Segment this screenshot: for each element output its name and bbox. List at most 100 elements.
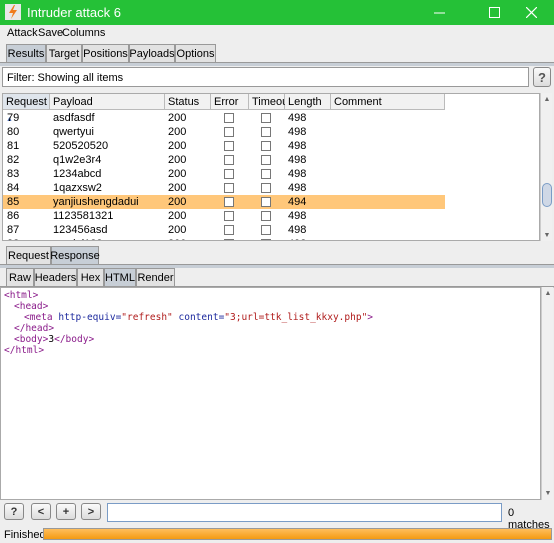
- minimize-button[interactable]: [416, 0, 462, 25]
- main-tab-bar: Results Target Positions Payloads Option…: [0, 44, 554, 63]
- timeout-checkbox: [261, 141, 271, 151]
- previous-match-button[interactable]: <: [31, 503, 51, 520]
- scroll-down-icon[interactable]: ▼: [542, 487, 554, 499]
- next-match-button[interactable]: >: [81, 503, 101, 520]
- table-row[interactable]: 87 123456asd 200 498: [3, 223, 445, 237]
- cell-payload: q1w2e3r4: [53, 154, 102, 166]
- tab-response[interactable]: Response: [50, 246, 100, 265]
- cell-payload: 123456asd: [53, 224, 108, 236]
- error-checkbox: [224, 239, 234, 240]
- burp-logo-icon: [5, 4, 21, 20]
- cell-length: 498: [288, 182, 307, 194]
- timeout-checkbox: [261, 127, 271, 137]
- menu-attack[interactable]: Attack: [7, 27, 38, 39]
- cell-request: 80: [7, 126, 20, 138]
- cell-request: 83: [7, 168, 20, 180]
- filter-help-button[interactable]: ?: [533, 67, 551, 87]
- tab-render[interactable]: Render: [136, 268, 175, 287]
- tab-hex[interactable]: Hex: [77, 268, 104, 287]
- column-header-request[interactable]: Request ▲: [3, 94, 50, 123]
- cell-status: 200: [168, 154, 187, 166]
- cell-request: 81: [7, 140, 20, 152]
- cell-length: 498: [288, 238, 306, 240]
- menu-save[interactable]: Save: [38, 27, 63, 39]
- error-checkbox: [224, 113, 234, 123]
- table-row[interactable]: 82 q1w2e3r4 200 498: [3, 153, 445, 167]
- tab-raw[interactable]: Raw: [6, 268, 34, 287]
- timeout-checkbox: [261, 197, 271, 207]
- timeout-checkbox: [261, 183, 271, 193]
- search-input[interactable]: [107, 503, 502, 522]
- search-help-button[interactable]: ?: [4, 503, 24, 520]
- cell-request: 82: [7, 154, 20, 166]
- scroll-thumb[interactable]: [542, 183, 552, 207]
- title-bar: Intruder attack 6: [0, 0, 554, 25]
- column-header-status[interactable]: Status: [165, 94, 211, 110]
- tab-headers[interactable]: Headers: [34, 268, 77, 287]
- tab-target[interactable]: Target: [46, 44, 82, 63]
- menu-columns[interactable]: Columns: [62, 27, 105, 39]
- column-header-length[interactable]: Length: [285, 94, 331, 110]
- code-line: <html>: [4, 290, 39, 301]
- table-row[interactable]: 88 woaini123 200 498: [3, 237, 445, 240]
- timeout-checkbox: [261, 169, 271, 179]
- timeout-checkbox: [261, 113, 271, 123]
- cell-status: 200: [168, 182, 187, 194]
- cell-length: 498: [288, 168, 307, 180]
- table-row[interactable]: 81 520520520 200 498: [3, 139, 445, 153]
- scroll-up-icon[interactable]: ▲: [541, 93, 553, 105]
- close-button[interactable]: [508, 0, 554, 25]
- table-row[interactable]: 84 1qazxsw2 200 498: [3, 181, 445, 195]
- progress-fill: [44, 529, 551, 539]
- column-header-payload[interactable]: Payload: [50, 94, 165, 110]
- response-html-view[interactable]: <html> <head> <meta http-equiv="refresh"…: [0, 287, 541, 500]
- scroll-up-icon[interactable]: ▲: [542, 287, 554, 299]
- tab-results[interactable]: Results: [6, 44, 46, 63]
- tab-options[interactable]: Options: [175, 44, 216, 63]
- tab-html[interactable]: HTML: [104, 268, 136, 287]
- table-scrollbar[interactable]: ▲ ▼: [540, 93, 552, 241]
- table-row[interactable]: 79 asdfasdf 200 498: [3, 111, 445, 125]
- code-scrollbar[interactable]: ▲ ▼: [541, 287, 553, 500]
- close-icon: [525, 7, 537, 18]
- cell-payload: 1234abcd: [53, 168, 102, 180]
- cell-status: 200: [168, 140, 187, 152]
- code-line: </head>: [14, 323, 55, 334]
- error-checkbox: [224, 155, 234, 165]
- menu-bar: Attack Save Columns: [0, 25, 554, 42]
- cell-request: 84: [7, 182, 20, 194]
- error-checkbox: [224, 127, 234, 137]
- cell-length: 498: [288, 154, 307, 166]
- filter-bar[interactable]: Filter: Showing all items: [2, 67, 529, 87]
- cell-payload: qwertyui: [53, 126, 94, 138]
- cell-status: 200: [168, 238, 186, 240]
- table-row[interactable]: 80 qwertyui 200 498: [3, 125, 445, 139]
- column-header-error[interactable]: Error: [211, 94, 249, 110]
- table-row[interactable]: 85 yanjiushengdadui 200 494: [3, 195, 445, 209]
- table-row[interactable]: 83 1234abcd 200 498: [3, 167, 445, 181]
- cell-status: 200: [168, 168, 187, 180]
- table-row[interactable]: 86 1123581321 200 498: [3, 209, 445, 223]
- error-checkbox: [224, 183, 234, 193]
- code-line: <body>3</body>: [14, 334, 95, 345]
- progress-bar: [43, 528, 552, 540]
- tab-request[interactable]: Request: [6, 246, 51, 265]
- cell-payload: 1123581321: [53, 210, 114, 222]
- tab-positions[interactable]: Positions: [82, 44, 129, 63]
- column-header-comment[interactable]: Comment: [331, 94, 445, 110]
- cell-status: 200: [168, 196, 187, 208]
- cell-payload: yanjiushengdadui: [53, 196, 139, 208]
- results-table: Request ▲ Payload Status Error Timeout L…: [2, 93, 540, 241]
- code-line: <meta http-equiv="refresh" content="3;ur…: [24, 312, 374, 323]
- tab-payloads[interactable]: Payloads: [129, 44, 175, 63]
- detail-tab-bar: Request Response: [0, 246, 554, 265]
- view-tab-bar: Raw Headers Hex HTML Render: [0, 268, 554, 287]
- add-button[interactable]: +: [56, 503, 76, 520]
- column-header-timeout[interactable]: Timeout: [249, 94, 291, 110]
- code-line: </html>: [4, 345, 45, 356]
- tab-divider: [0, 62, 554, 66]
- cell-payload: asdfasdf: [53, 112, 95, 124]
- cell-length: 498: [288, 140, 307, 152]
- scroll-down-icon[interactable]: ▼: [541, 229, 553, 241]
- cell-status: 200: [168, 112, 187, 124]
